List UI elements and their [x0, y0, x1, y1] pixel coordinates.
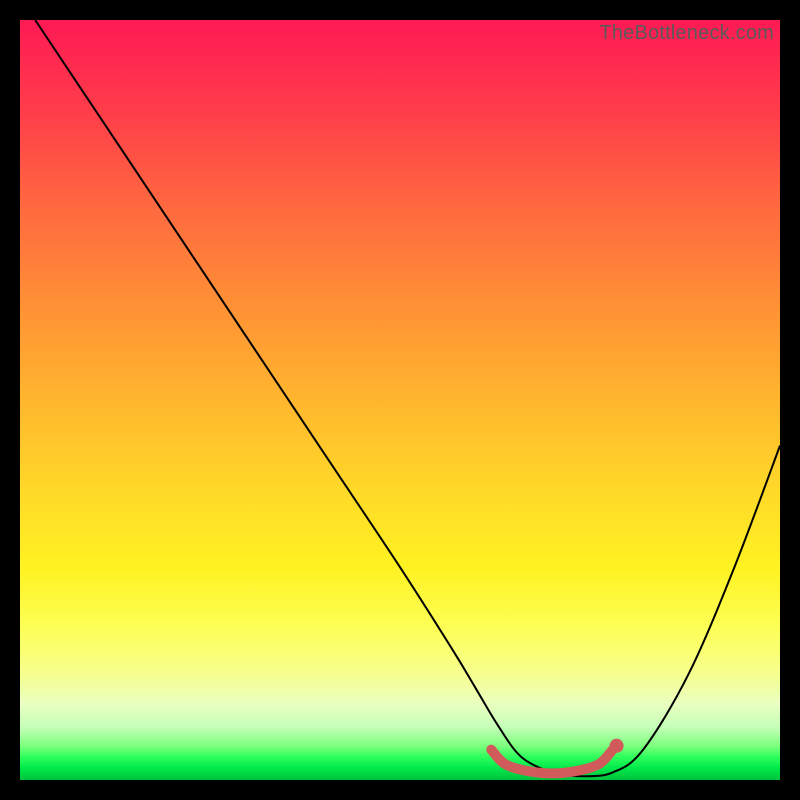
chart-frame: TheBottleneck.com — [20, 20, 780, 780]
optimal-end-dot — [610, 739, 624, 753]
bottleneck-curve — [35, 20, 780, 776]
optimal-region-curve — [491, 750, 613, 774]
curve-layer — [20, 20, 780, 780]
